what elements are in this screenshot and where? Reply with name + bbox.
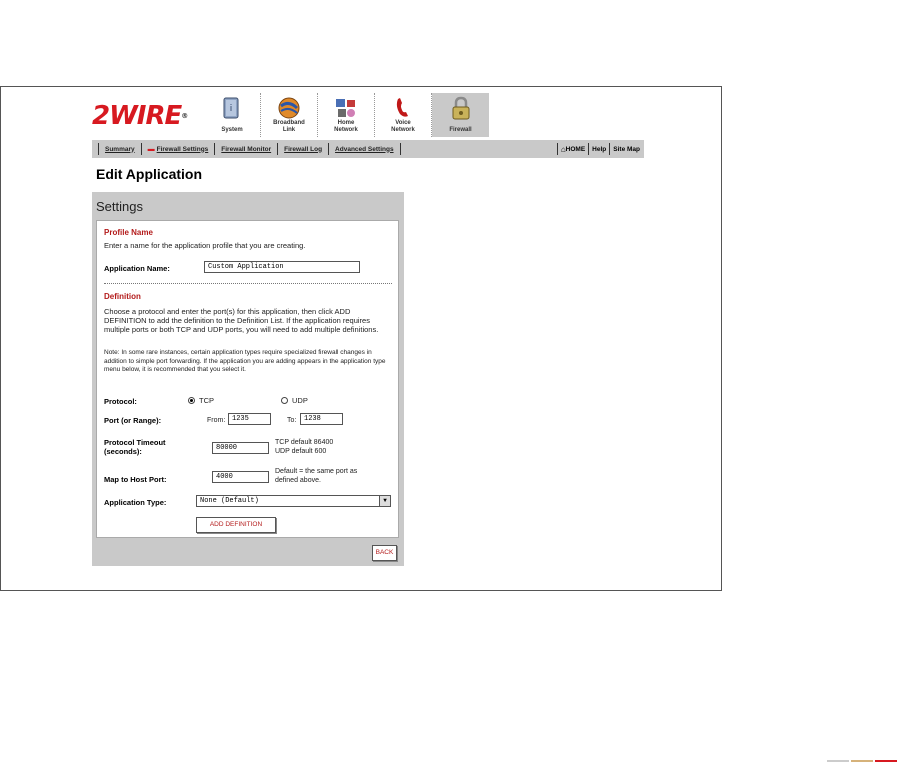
- broadband-icon: [278, 97, 300, 119]
- separator: [556, 143, 558, 155]
- separator: [98, 143, 99, 155]
- site-map-link[interactable]: Site Map: [613, 146, 640, 153]
- corner-bar-grey: [827, 760, 849, 762]
- subnav-firewall-settings[interactable]: Firewall Settings: [157, 146, 209, 153]
- top-nav-system[interactable]: i System: [204, 93, 261, 137]
- udp-default-hint: UDP default 600: [275, 448, 327, 455]
- sub-nav: Summary ▬ Firewall Settings Firewall Mon…: [92, 140, 644, 158]
- application-type-label: Application Type:: [104, 498, 167, 507]
- separator: [399, 143, 401, 155]
- application-name-label: Application Name:: [104, 264, 170, 273]
- top-nav-home-network[interactable]: Home Network: [318, 93, 375, 137]
- port-from-input[interactable]: 1235: [228, 413, 271, 425]
- system-icon: i: [223, 97, 239, 119]
- page-title: Edit Application: [96, 166, 203, 182]
- map-host-port-label: Map to Host Port:: [104, 475, 167, 484]
- voice-icon: [396, 98, 408, 117]
- settings-panel: Settings Profile Name Enter a name for t…: [92, 192, 404, 566]
- tcp-label: TCP: [199, 396, 214, 405]
- brand-logo: 2WIRE®: [92, 101, 188, 131]
- separator: [609, 143, 611, 155]
- top-nav-voice[interactable]: Voice Network: [375, 93, 432, 137]
- active-indicator-icon: ▬: [147, 145, 155, 153]
- map-host-port-hint: Default = the same port as defined above…: [275, 468, 358, 484]
- svg-text:i: i: [230, 104, 233, 114]
- corner-bar-tan: [851, 760, 873, 762]
- udp-radio[interactable]: [281, 397, 288, 404]
- separator: [140, 143, 142, 155]
- lock-icon: [452, 96, 469, 120]
- separator: [214, 143, 216, 155]
- top-nav-broadband[interactable]: Broadband Link: [261, 93, 318, 137]
- subnav-advanced-settings[interactable]: Advanced Settings: [335, 146, 394, 153]
- definition-heading: Definition: [104, 292, 141, 301]
- profile-intro: Enter a name for the application profile…: [104, 241, 306, 250]
- subnav-summary[interactable]: Summary: [105, 146, 135, 153]
- udp-label: UDP: [292, 396, 308, 405]
- tcp-default-hint: TCP default 86400: [275, 439, 334, 446]
- protocol-label: Protocol:: [104, 397, 137, 406]
- settings-form: Profile Name Enter a name for the applic…: [96, 220, 399, 538]
- home-link[interactable]: HOME: [566, 146, 586, 153]
- corner-bar-red: [875, 760, 897, 762]
- subnav-utility-links: ⌂ HOME Help Site Map: [554, 143, 644, 155]
- chevron-down-icon[interactable]: ▼: [379, 496, 390, 506]
- from-label: From:: [207, 417, 226, 424]
- add-definition-button[interactable]: ADD DEFINITION: [196, 517, 276, 533]
- section-divider: [104, 283, 392, 284]
- top-nav: i System Broadband Link Home Network Voi…: [204, 93, 489, 137]
- protocol-timeout-input[interactable]: 80000: [212, 442, 269, 454]
- application-name-input[interactable]: Custom Application: [204, 261, 360, 273]
- separator: [328, 143, 330, 155]
- panel-title: Settings: [96, 199, 143, 214]
- map-host-port-input[interactable]: 4000: [212, 471, 269, 483]
- home-network-icon: [336, 99, 355, 117]
- definition-note: Note: In some rare instances, certain ap…: [104, 349, 386, 373]
- subnav-firewall-log[interactable]: Firewall Log: [284, 146, 322, 153]
- application-type-value: None (Default): [200, 497, 259, 505]
- application-type-select[interactable]: None (Default) ▼: [196, 495, 391, 507]
- top-nav-firewall[interactable]: Firewall: [432, 93, 489, 137]
- protocol-timeout-label: Protocol Timeout (seconds):: [104, 438, 166, 456]
- help-link[interactable]: Help: [592, 146, 606, 153]
- tcp-radio[interactable]: [188, 397, 195, 404]
- back-button[interactable]: BACK: [372, 545, 397, 561]
- separator: [277, 143, 279, 155]
- profile-name-heading: Profile Name: [104, 228, 153, 237]
- separator: [588, 143, 590, 155]
- port-to-input[interactable]: 1238: [300, 413, 343, 425]
- subnav-firewall-monitor[interactable]: Firewall Monitor: [221, 146, 271, 153]
- port-range-label: Port (or Range):: [104, 416, 162, 425]
- definition-intro: Choose a protocol and enter the port(s) …: [104, 307, 379, 334]
- to-label: To:: [287, 417, 297, 424]
